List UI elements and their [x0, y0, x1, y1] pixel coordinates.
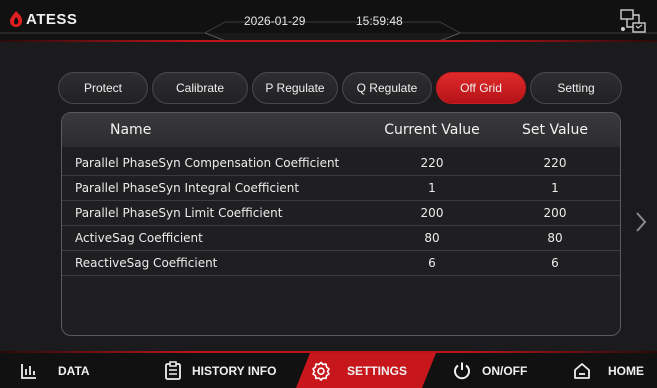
- flame-logo-icon: [10, 11, 23, 27]
- row-set-value[interactable]: 220: [495, 156, 615, 170]
- row-name: ActiveSag Coefficient: [75, 231, 203, 245]
- nav-on-off-label: ON/OFF: [482, 363, 528, 378]
- table-row[interactable]: Parallel PhaseSyn Limit Coefficient 200 …: [62, 200, 620, 225]
- nav-settings-label: SETTINGS: [347, 363, 408, 378]
- nav-data[interactable]: DATA: [20, 353, 90, 388]
- row-current-value: 220: [420, 156, 444, 170]
- row-set-value[interactable]: 1: [495, 181, 615, 195]
- table-row[interactable]: ActiveSag Coefficient 80 80: [62, 225, 620, 250]
- logo-text: ATESS: [26, 10, 78, 28]
- network-icon[interactable]: [619, 8, 647, 34]
- table-row[interactable]: Parallel PhaseSyn Compensation Coefficie…: [62, 151, 620, 175]
- parameter-table: Name Current Value Set Value Parallel Ph…: [61, 112, 621, 336]
- table-header: Name Current Value Set Value: [62, 113, 620, 147]
- header-accent-line: [0, 40, 657, 42]
- power-icon: [454, 362, 470, 379]
- row-current-value: 200: [420, 206, 444, 220]
- row-set-value[interactable]: 80: [495, 231, 615, 245]
- table-row[interactable]: ReactiveSag Coefficient 6 6: [62, 250, 620, 275]
- row-name: Parallel PhaseSyn Limit Coefficient: [75, 206, 283, 220]
- settings-tabs: Protect Calibrate P Regulate Q Regulate …: [58, 72, 622, 104]
- gear-icon: [312, 361, 330, 381]
- row-current-value: 80: [424, 231, 440, 245]
- tab-p-regulate[interactable]: P Regulate: [252, 72, 338, 104]
- row-set-value[interactable]: 200: [495, 206, 615, 220]
- nav-home-label: HOME: [608, 363, 644, 378]
- row-name: ReactiveSag Coefficient: [75, 256, 218, 270]
- table-row[interactable]: Parallel PhaseSyn Integral Coefficient 1…: [62, 175, 620, 200]
- tab-q-regulate[interactable]: Q Regulate: [342, 72, 432, 104]
- tab-calibrate[interactable]: Calibrate: [152, 72, 248, 104]
- row-current-value: 6: [428, 256, 436, 270]
- date-display: 2026-01-29: [244, 14, 306, 28]
- bar-chart-icon: [21, 363, 36, 379]
- brand-logo: ATESS: [8, 10, 77, 28]
- nav-data-label: DATA: [58, 363, 90, 378]
- row-current-value: 1: [428, 181, 436, 195]
- row-name: Parallel PhaseSyn Integral Coefficient: [75, 181, 300, 195]
- bottom-nav: DATA HISTORY INFO SETTINGS ON/OFF HOME: [0, 353, 657, 388]
- tab-protect[interactable]: Protect: [58, 72, 148, 104]
- next-page-chevron-icon[interactable]: [634, 210, 648, 234]
- nav-home[interactable]: HOME: [572, 353, 644, 388]
- column-header-set-value: Set Value: [522, 122, 588, 138]
- header-decoration: [0, 21, 657, 42]
- row-name: Parallel PhaseSyn Compensation Coefficie…: [75, 156, 340, 170]
- nav-on-off[interactable]: ON/OFF: [452, 353, 527, 388]
- nav-history-info-label: HISTORY INFO: [192, 363, 277, 378]
- clipboard-icon: [165, 360, 181, 380]
- nav-history-info[interactable]: HISTORY INFO: [164, 353, 276, 388]
- column-header-current-value: Current Value: [384, 122, 480, 138]
- table-row-empty: [62, 275, 620, 300]
- time-display: 15:59:48: [356, 14, 403, 28]
- tab-setting[interactable]: Setting: [530, 72, 622, 104]
- column-header-name: Name: [110, 122, 152, 138]
- top-bar: ATESS 2026-01-29 15:59:48: [0, 0, 657, 42]
- nav-settings[interactable]: SETTINGS: [311, 353, 407, 388]
- home-icon: [574, 362, 590, 379]
- tab-off-grid[interactable]: Off Grid: [436, 72, 526, 104]
- row-set-value[interactable]: 6: [495, 256, 615, 270]
